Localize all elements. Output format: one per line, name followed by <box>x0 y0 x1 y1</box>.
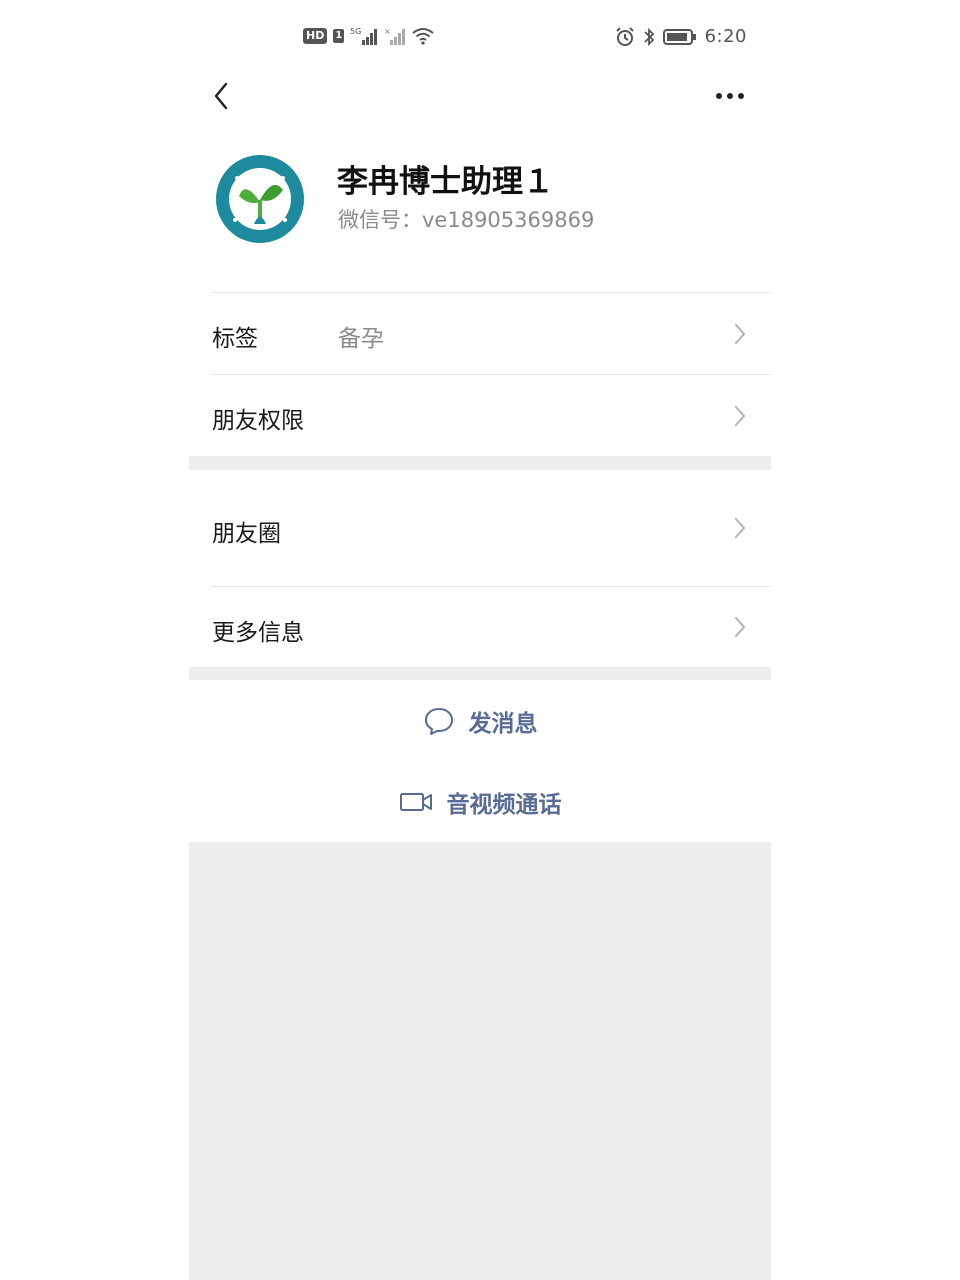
more-options-button[interactable] <box>705 78 755 114</box>
more-dots-icon <box>716 93 744 99</box>
nav-bar <box>189 72 771 120</box>
video-call-label: 音视频通话 <box>446 792 562 818</box>
empty-area <box>189 842 771 1280</box>
section-gap <box>189 456 771 470</box>
row-moments[interactable]: 朋友圈 <box>189 470 771 587</box>
row-more-info-label: 更多信息 <box>212 620 304 646</box>
battery-icon <box>662 28 696 45</box>
wifi-icon <box>412 28 434 45</box>
video-camera-icon <box>399 793 432 811</box>
bluetooth-icon <box>643 27 654 46</box>
alarm-icon <box>615 26 634 46</box>
wechat-id: 微信号：ve18905369869 <box>338 208 595 232</box>
status-time: 6:20 <box>704 26 747 47</box>
status-right: 6:20 <box>615 26 747 47</box>
contact-profile-page: HD 1 5G × 6:20 李冉博士助理１ 微信号：ve18905369869… <box>189 0 771 1280</box>
svg-text:5G: 5G <box>350 27 361 36</box>
row-tag[interactable]: 标签 备孕 <box>189 293 771 375</box>
row-friend-permission-label: 朋友权限 <box>212 408 304 434</box>
section-gap <box>189 667 771 680</box>
chevron-right-icon <box>735 617 746 637</box>
profile-header: 李冉博士助理１ 微信号：ve18905369869 <box>189 120 771 293</box>
row-friend-permission[interactable]: 朋友权限 <box>189 375 771 456</box>
svg-text:×: × <box>384 27 391 36</box>
chevron-left-icon <box>214 82 228 110</box>
row-tag-label: 标签 <box>212 326 258 352</box>
chevron-right-icon <box>735 406 746 426</box>
chevron-right-icon <box>735 324 746 344</box>
row-more-info[interactable]: 更多信息 <box>189 587 771 667</box>
status-bar: HD 1 5G × 6:20 <box>189 0 771 72</box>
screen: HD 1 5G × 6:20 李冉博士助理１ 微信号：ve18905369869… <box>0 0 960 1280</box>
sim-badge: 1 <box>333 29 345 43</box>
signal-5g-icon: 5G <box>350 27 378 45</box>
back-button[interactable] <box>203 78 239 114</box>
send-message-label: 发消息 <box>468 711 538 737</box>
chat-bubble-icon <box>424 708 453 735</box>
video-call-button[interactable]: 音视频通话 <box>189 762 771 842</box>
row-moments-label: 朋友圈 <box>212 521 281 547</box>
status-left: HD 1 5G × <box>303 26 434 46</box>
send-message-button[interactable]: 发消息 <box>189 681 771 761</box>
avatar[interactable] <box>215 154 305 244</box>
contact-name: 李冉博士助理１ <box>337 164 554 200</box>
signal-no-sim-icon: × <box>384 27 406 45</box>
row-tag-value: 备孕 <box>338 326 384 352</box>
chevron-right-icon <box>735 518 746 538</box>
hd-badge: HD <box>303 28 328 44</box>
